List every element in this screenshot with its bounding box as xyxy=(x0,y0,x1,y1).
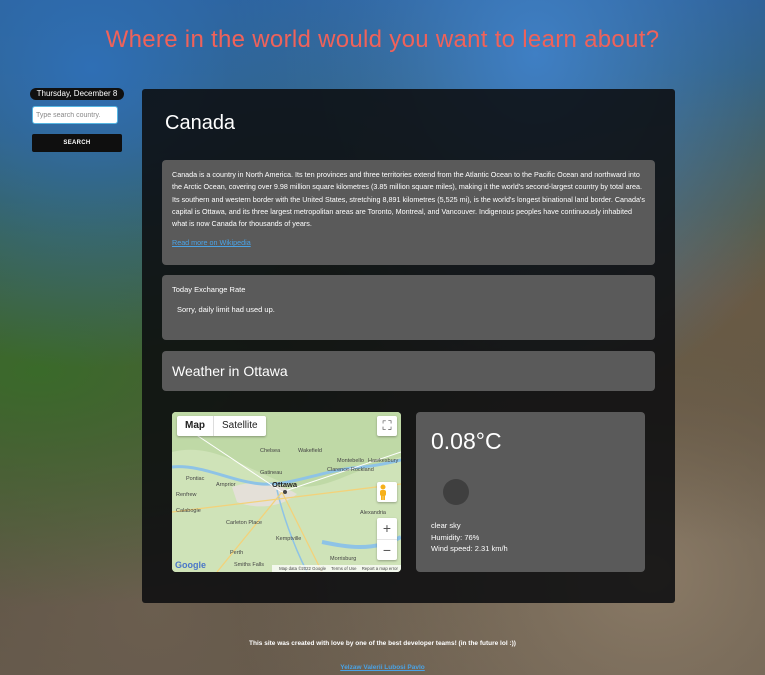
map-label-wakefield: Wakefield xyxy=(298,448,322,454)
map-label-gatineau: Gatineau xyxy=(260,470,283,476)
country-description: Canada is a country in North America. It… xyxy=(172,170,645,229)
date-badge: Thursday, December 8 xyxy=(30,88,124,100)
map-label-chelsea: Chelsea xyxy=(260,448,281,454)
search-button[interactable]: SEARCH xyxy=(32,134,122,152)
zoom-in-button[interactable]: + xyxy=(377,518,397,540)
map-label-hawkesbury: Hawkesbury xyxy=(368,458,399,464)
footer-text: This site was created with love by one o… xyxy=(249,640,516,647)
zoom-out-button[interactable]: − xyxy=(377,540,397,561)
map-label-smiths: Smiths Falls xyxy=(234,562,264,568)
map-attribution: Map data ©2022 Google Terms of Use Repor… xyxy=(272,565,401,572)
zoom-control: + − xyxy=(377,518,397,560)
map-tab-satellite[interactable]: Satellite xyxy=(214,416,266,436)
weather-icon xyxy=(443,479,469,505)
weather-heading: Weather in Ottawa xyxy=(162,351,655,391)
exchange-rate-heading: Today Exchange Rate xyxy=(172,285,246,294)
map-label-renfrew: Renfrew xyxy=(176,492,197,498)
map-label-alexandria: Alexandria xyxy=(360,510,386,516)
country-panel: Canada Canada is a country in North Amer… xyxy=(142,89,675,603)
map-label-pontiac: Pontiac xyxy=(186,476,205,482)
terms-link[interactable]: Terms of Use xyxy=(331,566,356,571)
wind-speed: Wind speed: 2.31 km/h xyxy=(431,544,508,553)
map-type-tabs: Map Satellite xyxy=(177,416,266,436)
map-label-calabogie: Calabogie xyxy=(176,508,201,514)
map-label-perth: Perth xyxy=(230,550,244,556)
credits-link[interactable]: Yelzaw Valerii Lubosi Pavlo xyxy=(340,664,425,671)
page-title: Where in the world would you want to lea… xyxy=(105,26,660,53)
exchange-rate-message: Sorry, daily limit had used up. xyxy=(177,305,275,314)
report-error-link[interactable]: Report a map error xyxy=(362,566,398,571)
map-label-ottawa: Ottawa xyxy=(272,480,298,489)
humidity: Humidity: 76% xyxy=(431,532,480,542)
fullscreen-icon[interactable]: ⛶ xyxy=(377,416,397,436)
google-logo: Google xyxy=(175,560,206,570)
weather-condition: clear sky xyxy=(431,521,461,530)
map-label-arnprior: Arnprior xyxy=(216,482,236,488)
map-widget[interactable]: Ottawa Gatineau Montebello Chelsea Clare… xyxy=(172,412,401,572)
map-label-montebello: Montebello xyxy=(337,458,364,464)
map-data-text: Map data ©2022 Google xyxy=(279,566,326,571)
exchange-rate-card: Today Exchange Rate Sorry, daily limit h… xyxy=(162,275,655,340)
sidebar: Thursday, December 8 SEARCH xyxy=(30,88,124,152)
map-label-morrisburg: Morrisburg xyxy=(330,556,357,562)
map-tab-map[interactable]: Map xyxy=(177,416,214,436)
wikipedia-link[interactable]: Read more on Wikipedia xyxy=(172,238,251,247)
map-canvas[interactable] xyxy=(172,412,401,572)
map-label-kemptville: Kemptville xyxy=(276,536,302,542)
street-view-pegman-icon[interactable] xyxy=(377,482,397,502)
map-label-carleton: Carleton Place xyxy=(226,520,263,526)
map-label-clarence: Clarence-Rockland xyxy=(327,467,374,473)
weather-card: 0.08°C clear sky Humidity: 76% Wind spee… xyxy=(416,412,645,572)
temperature: 0.08°C xyxy=(431,428,502,454)
search-input[interactable] xyxy=(32,106,118,124)
country-description-card: Canada is a country in North America. It… xyxy=(162,160,655,265)
country-name: Canada xyxy=(165,112,236,134)
